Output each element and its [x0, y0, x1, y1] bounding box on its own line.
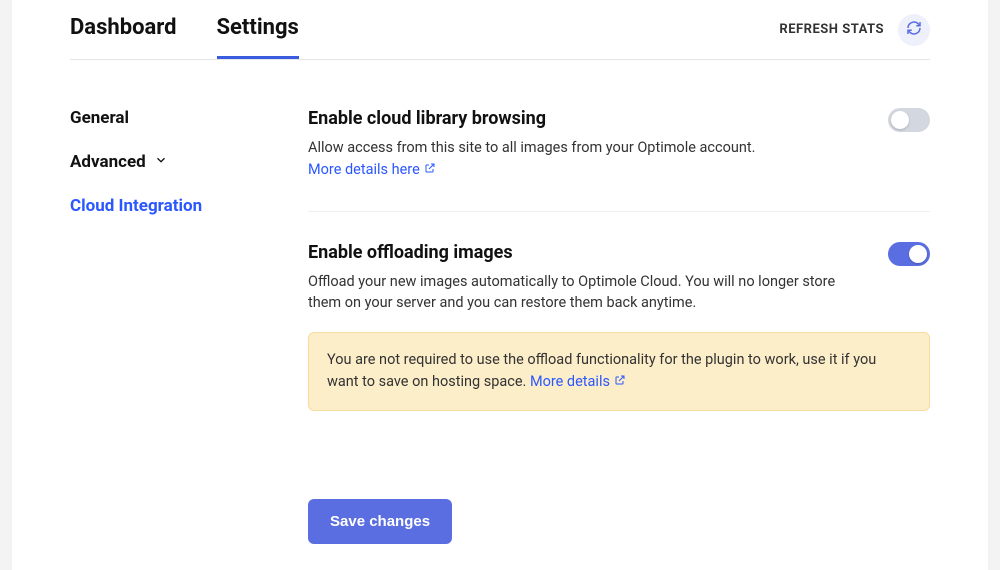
sync-button[interactable] [898, 14, 930, 46]
sidebar-item-cloud-integration[interactable]: Cloud Integration [70, 196, 260, 216]
save-changes-button[interactable]: Save changes [308, 499, 452, 544]
sidebar-item-label: Advanced [70, 152, 146, 172]
toggle-knob [891, 111, 909, 129]
toggle-offload-images[interactable] [888, 242, 930, 266]
sidebar-item-label: Cloud Integration [70, 196, 202, 216]
settings-main: Enable cloud library browsing Allow acce… [308, 108, 930, 544]
toggle-cloud-library[interactable] [888, 108, 930, 132]
settings-body: General Advanced Cloud Integration Enabl… [70, 60, 930, 544]
tab-settings[interactable]: Settings [217, 1, 299, 59]
setting-description: Offload your new images automatically to… [308, 271, 858, 315]
sidebar-item-general[interactable]: General [70, 108, 260, 128]
setting-offload-images: Enable offloading images Offload your ne… [308, 242, 930, 441]
sidebar-item-label: General [70, 108, 129, 128]
offload-notice: You are not required to use the offload … [308, 332, 930, 411]
settings-page: Dashboard Settings REFRESH STATS General… [12, 0, 988, 570]
chevron-down-icon [154, 152, 168, 172]
setting-description: Allow access from this site to all image… [308, 137, 858, 181]
setting-title: Enable cloud library browsing [308, 108, 858, 129]
external-link-icon [614, 371, 626, 393]
external-link-icon [424, 159, 436, 181]
sidebar-item-advanced[interactable]: Advanced [70, 152, 260, 172]
toggle-knob [909, 245, 927, 263]
top-right-actions: REFRESH STATS [779, 14, 930, 46]
setting-cloud-library: Enable cloud library browsing Allow acce… [308, 108, 930, 212]
refresh-stats-button[interactable]: REFRESH STATS [779, 22, 884, 37]
tab-dashboard[interactable]: Dashboard [70, 1, 177, 59]
notice-more-details-link[interactable]: More details [530, 371, 626, 393]
more-details-link[interactable]: More details here [308, 159, 436, 181]
top-bar: Dashboard Settings REFRESH STATS [70, 0, 930, 60]
setting-title: Enable offloading images [308, 242, 858, 263]
primary-tabs: Dashboard Settings [70, 0, 299, 59]
sync-icon [905, 19, 923, 41]
settings-sidebar: General Advanced Cloud Integration [70, 108, 260, 544]
